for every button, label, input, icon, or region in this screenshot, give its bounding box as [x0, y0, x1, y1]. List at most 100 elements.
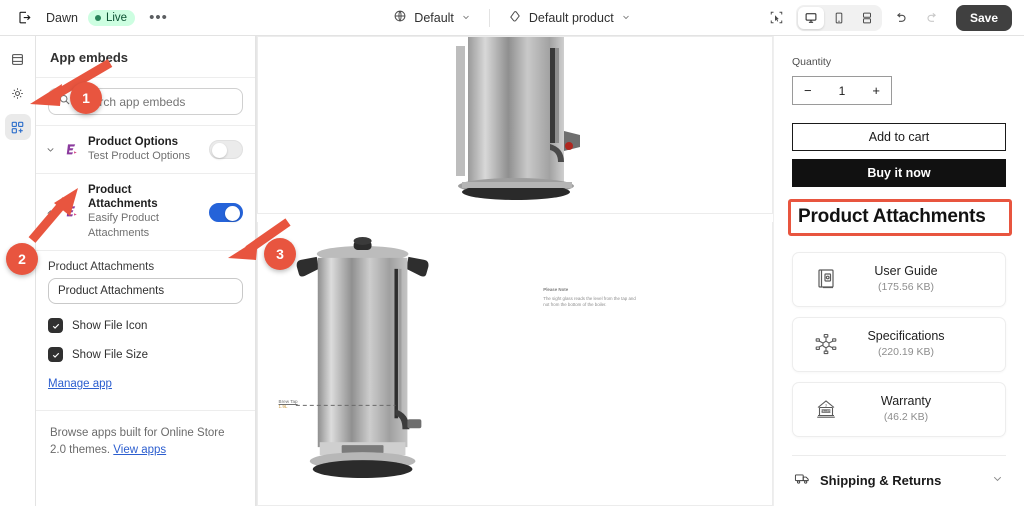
truck-icon: [794, 470, 811, 492]
chevron-down-icon[interactable]: [991, 472, 1004, 490]
device-preview-group: [795, 4, 882, 31]
save-button[interactable]: Save: [955, 4, 1012, 31]
product-info-column: Quantity − 1 + Add to cart Buy it now Pr…: [773, 36, 1024, 506]
attachment-size: (175.56 KB): [877, 281, 935, 294]
buy-it-now-button[interactable]: Buy it now: [792, 159, 1006, 187]
desktop-icon[interactable]: [797, 6, 824, 29]
app-embeds-sidebar: App embeds Search app embeds Product Opt…: [36, 36, 256, 506]
svg-text:YEARS: YEARS: [821, 409, 831, 413]
easify-app-icon: [63, 203, 81, 221]
svg-text:3: 3: [825, 404, 827, 408]
quantity-increase-button[interactable]: +: [872, 83, 880, 98]
live-badge-label: Live: [105, 11, 128, 24]
quantity-decrease-button[interactable]: −: [804, 83, 812, 98]
template-label: Default product: [528, 10, 614, 25]
brew-tap-value: 1.9L: [278, 403, 288, 409]
attachment-text: Specifications (220.19 KB): [853, 328, 989, 360]
theme-name[interactable]: Dawn: [46, 11, 78, 25]
locale-label: Default: [414, 10, 454, 25]
annotation-badge-2: 2: [6, 243, 38, 275]
top-toolbar: Dawn Live ••• Default Default product Sa…: [0, 0, 1024, 36]
embed-name: Product Options: [88, 136, 179, 148]
embed-settings-panel: Product Attachments Show File Icon Show …: [36, 251, 255, 398]
undo-icon[interactable]: [888, 5, 914, 31]
storefront-preview: Please Note The sight glass reads the le…: [256, 36, 1024, 506]
product-image-secondary[interactable]: Please Note The sight glass reads the le…: [257, 222, 773, 506]
gallery-gap: [257, 214, 773, 222]
toolbar-center-group: Default Default product: [330, 5, 694, 30]
locale-selector[interactable]: Default: [385, 5, 479, 30]
app-embed-row-product-attachments[interactable]: Product Attachments Easify Product Attac…: [36, 174, 255, 251]
preview-frame: Please Note The sight glass reads the le…: [256, 36, 1024, 506]
easify-app-icon: [63, 141, 81, 159]
attachment-card[interactable]: Specifications (220.19 KB): [792, 316, 1006, 372]
attachment-card[interactable]: User Guide (175.56 KB): [792, 251, 1006, 307]
product-note-title: Please Note: [543, 287, 569, 293]
embed-subtitle: Test Product Options: [88, 150, 191, 162]
search-icon: [58, 93, 71, 111]
live-dot-icon: [94, 14, 101, 21]
warranty-badge-icon: 3 YEARS: [809, 397, 843, 421]
show-file-icon-row[interactable]: Show File Icon: [48, 318, 243, 333]
embed-text-block: Product Options Test Product Options: [88, 135, 202, 164]
show-file-size-label: Show File Size: [72, 348, 149, 361]
fullscreen-icon[interactable]: [854, 7, 880, 29]
exit-icon[interactable]: [12, 6, 36, 30]
sections-icon[interactable]: [5, 46, 31, 72]
toggle-knob: [225, 205, 240, 221]
embed-name: Product Attachments: [88, 184, 158, 210]
show-file-size-row[interactable]: Show File Size: [48, 347, 243, 362]
embed-subtitle: Easify Product Attachments: [88, 212, 159, 239]
toolbar-right-group: Save: [694, 4, 1024, 31]
app-embed-toggle[interactable]: [209, 140, 243, 159]
brew-tap-label: Brew Tap 1.9L: [279, 399, 298, 409]
chevron-up-icon[interactable]: [44, 207, 56, 218]
quantity-value[interactable]: 1: [839, 84, 846, 98]
embed-text-block: Product Attachments Easify Product Attac…: [88, 183, 202, 241]
sidebar-footer: Browse apps built for Online Store 2.0 t…: [36, 410, 255, 473]
status-badge: Live: [87, 9, 136, 26]
search-section: [36, 78, 255, 126]
product-note-body: The sight glass reads the level from the…: [543, 296, 636, 308]
annotation-badge-3: 3: [264, 238, 296, 270]
product-note: Please Note The sight glass reads the le…: [543, 287, 639, 308]
attachment-name: Warranty: [880, 394, 932, 409]
attachments-heading: Product Attachments: [798, 205, 986, 227]
attachments-heading-wrap: Product Attachments: [788, 198, 1012, 236]
chevron-down-icon[interactable]: [44, 144, 56, 155]
checkbox-checked-icon[interactable]: [48, 347, 63, 362]
view-apps-link[interactable]: View apps: [113, 444, 166, 456]
shipping-returns-accordion[interactable]: Shipping & Returns: [792, 454, 1006, 506]
attachment-size: (46.2 KB): [883, 411, 929, 424]
toolbar-left-group: Dawn Live •••: [0, 6, 330, 30]
toggle-knob: [212, 143, 227, 158]
app-embeds-icon[interactable]: [4, 114, 31, 140]
template-selector[interactable]: Default product: [500, 5, 639, 30]
chevron-down-icon: [461, 11, 471, 25]
cursor-select-icon[interactable]: [764, 5, 790, 31]
boiler-illustration: Please Note The sight glass reads the le…: [258, 222, 772, 505]
user-guide-book-icon: [809, 267, 843, 291]
more-options-icon[interactable]: •••: [145, 10, 172, 25]
shipping-returns-label: Shipping & Returns: [820, 473, 942, 489]
add-to-cart-button[interactable]: Add to cart: [792, 123, 1006, 152]
attachment-text: User Guide (175.56 KB): [853, 263, 989, 295]
app-embed-toggle[interactable]: [209, 202, 243, 222]
mobile-icon[interactable]: [826, 7, 852, 29]
attachment-card[interactable]: 3 YEARS Warranty (46.2 KB): [792, 381, 1006, 437]
settings-gear-icon[interactable]: [5, 80, 31, 106]
specifications-diagram-icon: [809, 332, 843, 356]
quantity-stepper[interactable]: − 1 +: [792, 76, 892, 106]
attachment-name: User Guide: [874, 264, 938, 279]
redo-icon: [920, 5, 946, 31]
toolbar-divider: [488, 8, 490, 27]
page-title: App embeds: [36, 36, 255, 78]
heading-text-input[interactable]: [48, 278, 243, 304]
globe-icon: [393, 9, 407, 26]
product-image-primary[interactable]: [257, 36, 773, 214]
app-embed-row-product-options[interactable]: Product Options Test Product Options: [36, 126, 255, 174]
chevron-down-icon: [621, 11, 631, 25]
quantity-label: Quantity: [792, 56, 832, 68]
checkbox-checked-icon[interactable]: [48, 318, 63, 333]
manage-app-link[interactable]: Manage app: [48, 378, 112, 390]
